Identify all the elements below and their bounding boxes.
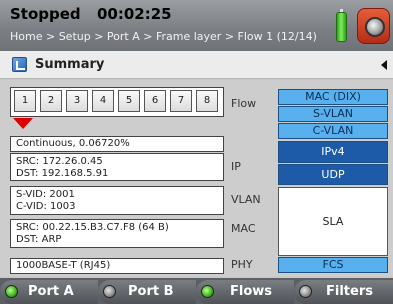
flow-button-6[interactable]: 6: [144, 90, 166, 112]
flow-button-4[interactable]: 4: [92, 90, 114, 112]
phy-value: 1000BASE-T (RJ45): [16, 260, 111, 271]
stack-mac-dix[interactable]: MAC (DIX): [278, 89, 388, 105]
flows-led-icon: [201, 285, 214, 298]
mac-field[interactable]: SRC: 00.22.15.B3.C7.F8 (64 B) DST: ARP: [10, 219, 224, 248]
test-status: Stopped: [10, 5, 81, 23]
tab-port-a[interactable]: Port A: [0, 280, 98, 304]
stack-fcs[interactable]: FCS: [278, 257, 388, 273]
port-a-led-icon: [5, 285, 18, 298]
flow-button-2[interactable]: 2: [40, 90, 62, 112]
filters-led-icon: [299, 285, 312, 298]
collapse-arrow-icon[interactable]: [381, 60, 387, 70]
stack-udp[interactable]: UDP: [278, 164, 388, 185]
stack-c-vlan[interactable]: C-VLAN: [278, 123, 388, 139]
elapsed-timer: 00:02:25: [97, 5, 172, 23]
stack-s-vlan[interactable]: S-VLAN: [278, 106, 388, 122]
vlan-field[interactable]: S-VID: 2001 C-VID: 1003: [10, 186, 224, 215]
summary-icon: [12, 57, 27, 72]
test-tool-icon[interactable]: [357, 8, 390, 44]
port-b-led-icon: [103, 285, 116, 298]
flow-selector[interactable]: 1 2 3 4 5 6 7 8: [10, 87, 224, 117]
breadcrumb[interactable]: Home > Setup > Port A > Frame layer > Fl…: [10, 30, 317, 43]
vlan-label: VLAN: [231, 193, 261, 206]
tab-label: Filters: [326, 284, 373, 299]
rate-value: Continuous, 0.06720%: [16, 138, 130, 149]
phy-label: PHY: [231, 258, 253, 271]
flow-button-1[interactable]: 1: [14, 90, 36, 112]
ip-src: SRC: 172.26.0.45: [16, 156, 103, 167]
phy-field[interactable]: 1000BASE-T (RJ45): [10, 258, 224, 274]
battery-icon: [336, 9, 347, 42]
tab-label: Port A: [28, 284, 74, 299]
rate-field[interactable]: Continuous, 0.06720%: [10, 136, 224, 152]
flow-button-5[interactable]: 5: [118, 90, 140, 112]
stack-ipv4[interactable]: IPv4: [278, 141, 388, 163]
tab-flows[interactable]: Flows: [196, 280, 294, 304]
mac-label: MAC: [231, 222, 256, 235]
tab-label: Port B: [128, 284, 174, 299]
ip-field[interactable]: SRC: 172.26.0.45 DST: 192.168.5.91: [10, 153, 224, 181]
stack-sla[interactable]: SLA: [278, 187, 388, 256]
tab-filters[interactable]: Filters: [294, 280, 393, 304]
flow-button-8[interactable]: 8: [196, 90, 218, 112]
section-title: Summary: [35, 57, 105, 72]
tab-label: Flows: [230, 284, 273, 299]
ip-label: IP: [231, 160, 241, 173]
flow-button-3[interactable]: 3: [66, 90, 88, 112]
vlan-svid: S-VID: 2001: [16, 189, 75, 200]
flow-label: Flow: [231, 97, 257, 110]
flow-button-7[interactable]: 7: [170, 90, 192, 112]
vlan-cvid: C-VID: 1003: [16, 201, 76, 212]
tab-port-b[interactable]: Port B: [98, 280, 196, 304]
ip-dst: DST: 192.168.5.91: [16, 168, 109, 179]
selected-flow-marker-icon: [13, 118, 33, 129]
mac-dst: DST: ARP: [16, 234, 62, 245]
mac-src: SRC: 00.22.15.B3.C7.F8 (64 B): [16, 222, 169, 233]
